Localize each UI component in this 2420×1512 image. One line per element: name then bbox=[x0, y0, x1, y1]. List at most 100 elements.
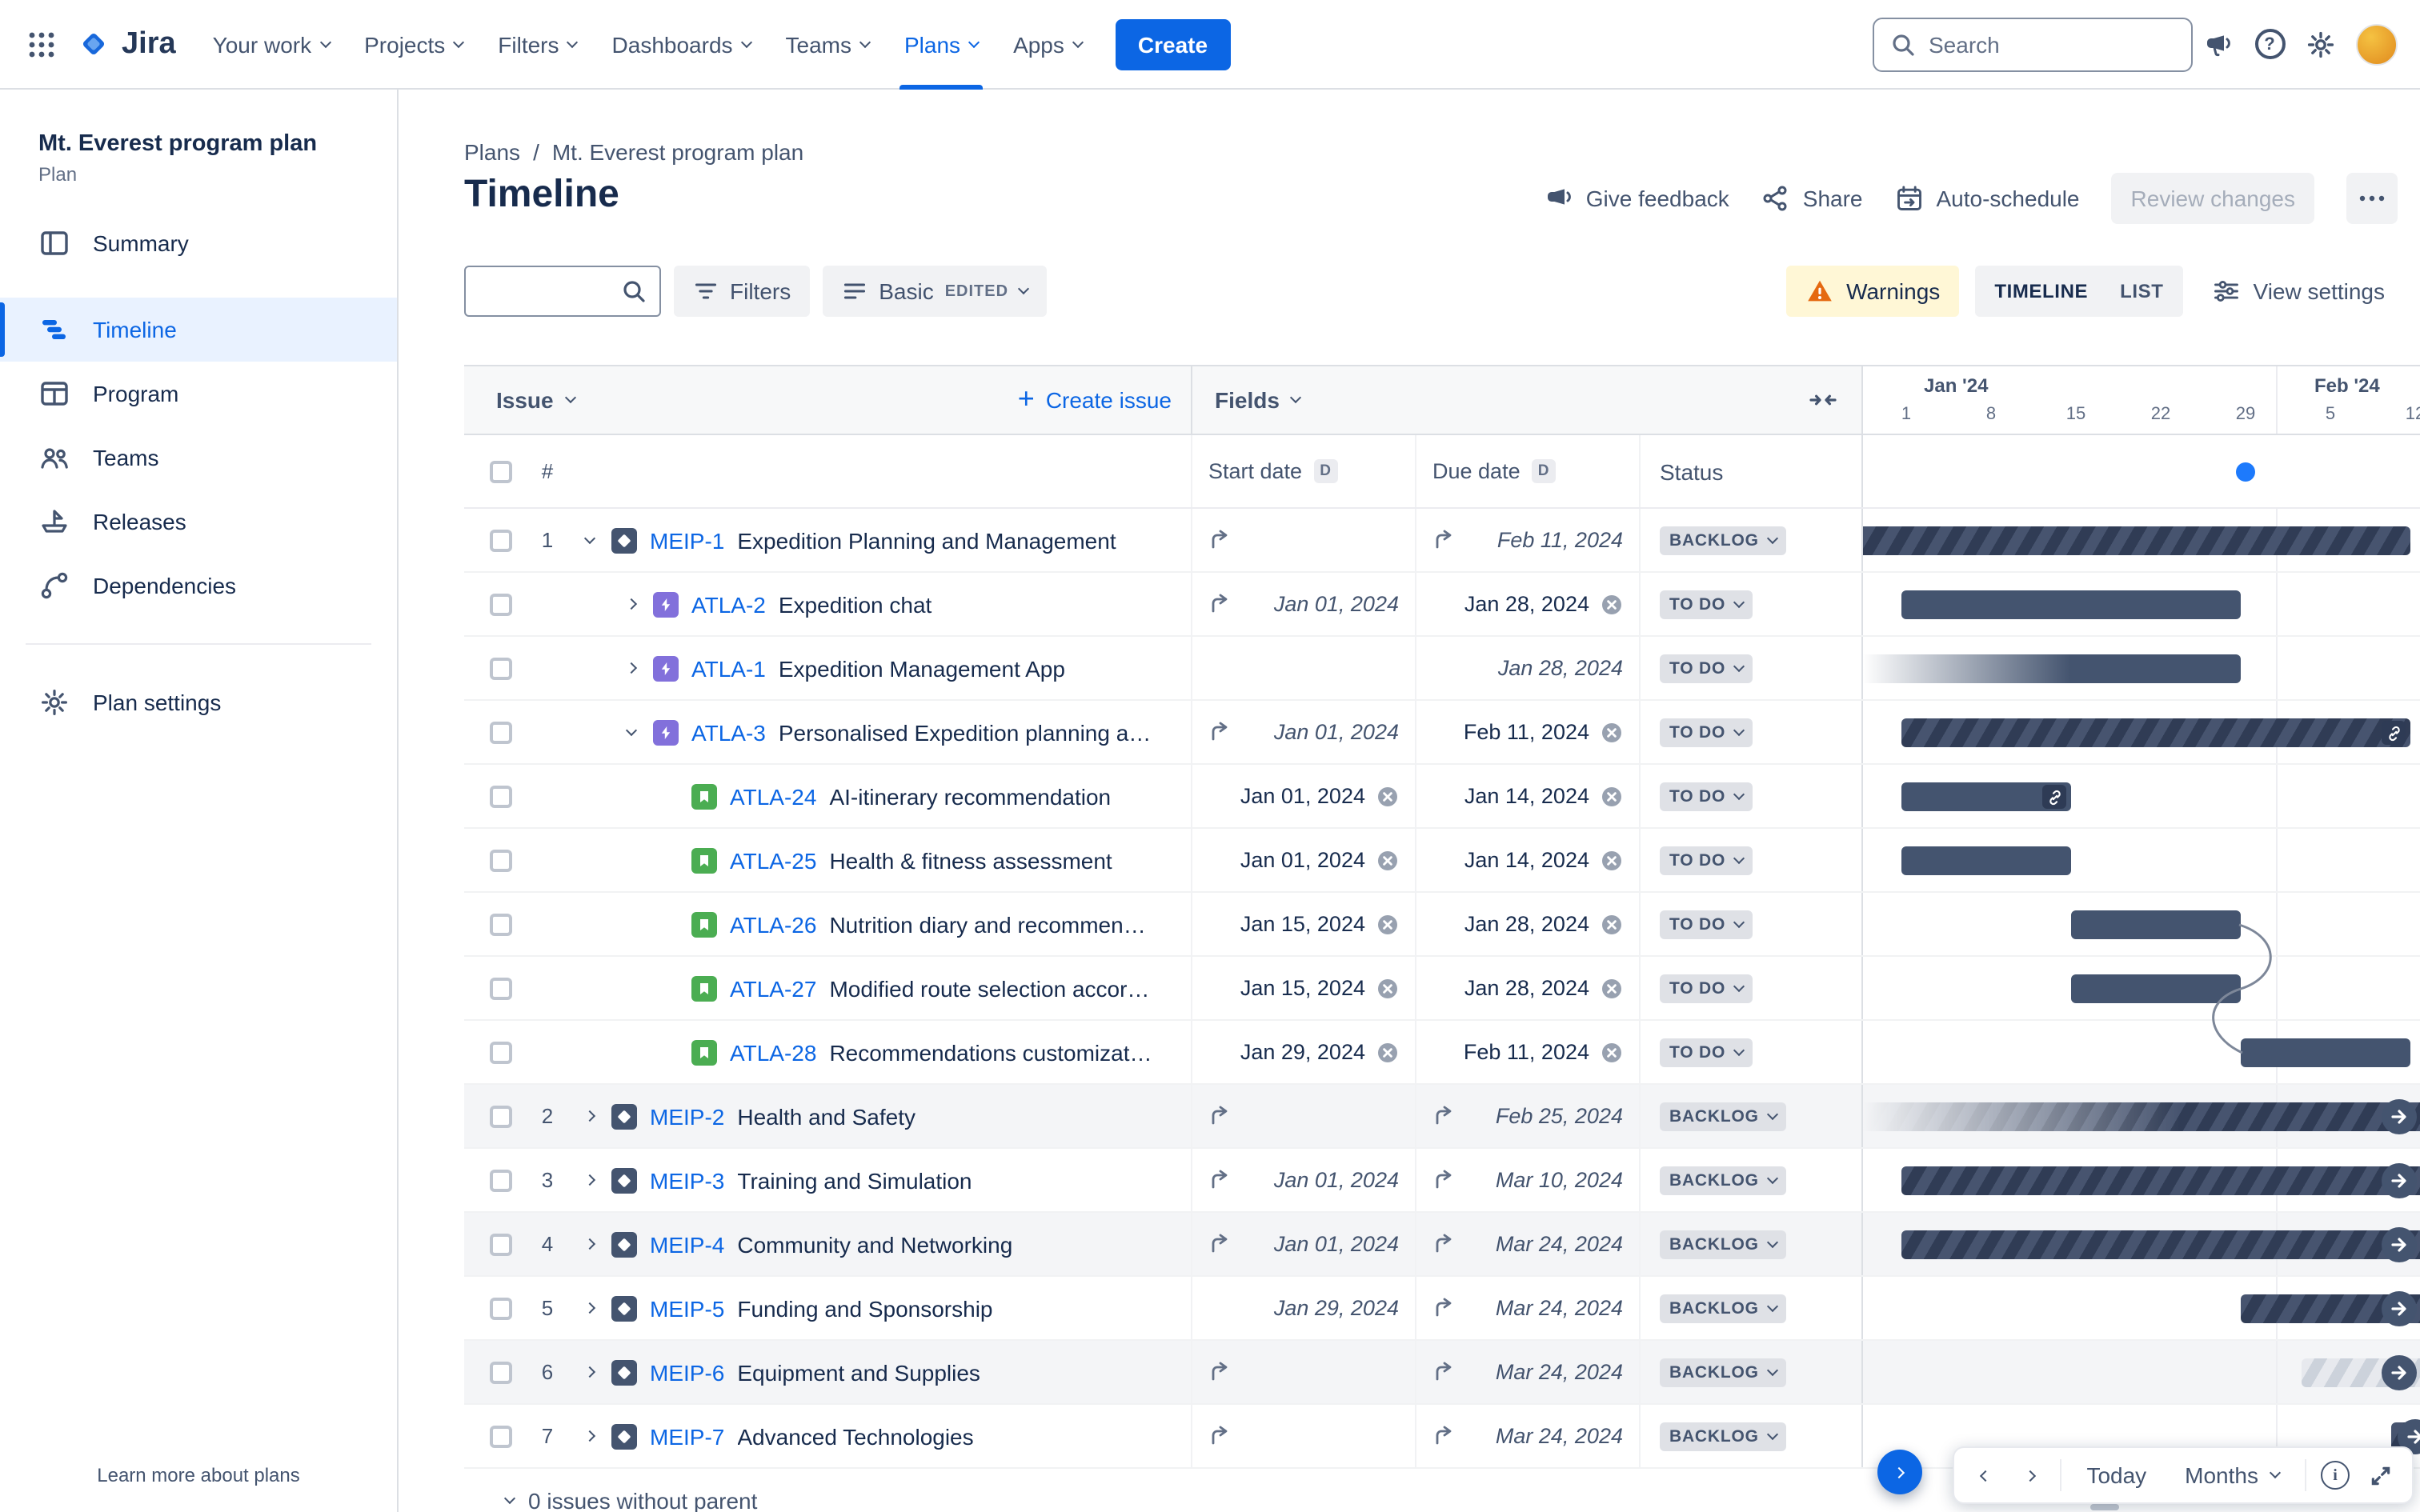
start-date-cell[interactable]: Jan 01, 2024 bbox=[1191, 1213, 1415, 1275]
fields-header-label[interactable]: Fields bbox=[1215, 387, 1280, 413]
due-date-column-header[interactable]: Due date D bbox=[1415, 435, 1639, 507]
gantt-bar[interactable] bbox=[2071, 910, 2241, 939]
status-dropdown[interactable]: TO DO bbox=[1660, 910, 1753, 938]
start-date-cell[interactable]: Jan 29, 2024 bbox=[1191, 1277, 1415, 1339]
zoom-level-dropdown[interactable]: Months bbox=[2166, 1462, 2298, 1488]
status-dropdown[interactable]: BACKLOG bbox=[1660, 1166, 1786, 1194]
sidebar-item-releases[interactable]: Releases bbox=[0, 490, 397, 554]
row-checkbox[interactable] bbox=[490, 1233, 512, 1255]
clear-date-button[interactable] bbox=[1601, 849, 1623, 871]
issue-key-link[interactable]: MEIP-1 bbox=[650, 527, 724, 553]
search-input[interactable] bbox=[1929, 31, 2175, 57]
issue-header-label[interactable]: Issue bbox=[496, 387, 554, 413]
row-checkbox[interactable] bbox=[490, 529, 512, 551]
timeline-search-input[interactable] bbox=[479, 278, 621, 304]
select-all-checkbox[interactable] bbox=[490, 460, 512, 482]
nav-projects[interactable]: Projects bbox=[347, 0, 480, 89]
scroll-timeline-button[interactable] bbox=[1877, 1450, 1922, 1494]
chevron-right-icon[interactable] bbox=[618, 598, 643, 610]
table-row[interactable]: ATLA-3 Personalised Expedition planning a… bbox=[464, 701, 2420, 765]
sidebar-item-teams[interactable]: Teams bbox=[0, 426, 397, 490]
gantt-bar[interactable] bbox=[1901, 782, 2071, 811]
nav-your-work[interactable]: Your work bbox=[195, 0, 347, 89]
due-date-cell[interactable]: Feb 25, 2024 bbox=[1415, 1085, 1639, 1147]
issue-key-link[interactable]: MEIP-4 bbox=[650, 1231, 724, 1257]
due-date-cell[interactable]: Feb 11, 2024 bbox=[1415, 701, 1639, 763]
start-date-cell[interactable]: Jan 29, 2024 bbox=[1191, 1021, 1415, 1083]
warnings-button[interactable]: Warnings bbox=[1785, 266, 1960, 317]
due-date-cell[interactable]: Jan 28, 2024 bbox=[1415, 637, 1639, 699]
clear-date-button[interactable] bbox=[1601, 1041, 1623, 1063]
sidebar-item-summary[interactable]: Summary bbox=[0, 211, 397, 275]
view-mode-button[interactable]: Basic EDITED bbox=[823, 266, 1048, 317]
jira-logo[interactable]: Jira bbox=[67, 26, 195, 62]
status-dropdown[interactable]: TO DO bbox=[1660, 846, 1753, 874]
row-checkbox[interactable] bbox=[490, 1361, 512, 1383]
due-date-cell[interactable]: Mar 24, 2024 bbox=[1415, 1341, 1639, 1403]
start-date-cell[interactable]: Jan 01, 2024 bbox=[1191, 701, 1415, 763]
status-dropdown[interactable]: TO DO bbox=[1660, 782, 1753, 810]
issue-key-link[interactable]: MEIP-2 bbox=[650, 1103, 724, 1129]
toggle-list[interactable]: LIST bbox=[2104, 280, 2179, 302]
dependency-link-icon[interactable] bbox=[2042, 785, 2066, 809]
more-actions-button[interactable] bbox=[2346, 173, 2398, 224]
due-date-cell[interactable]: Feb 11, 2024 bbox=[1415, 1021, 1639, 1083]
nav-dashboards[interactable]: Dashboards bbox=[595, 0, 768, 89]
today-button[interactable]: Today bbox=[2067, 1462, 2166, 1488]
due-date-cell[interactable]: Jan 14, 2024 bbox=[1415, 829, 1639, 891]
auto-schedule-button[interactable]: Auto-schedule bbox=[1895, 184, 2080, 213]
filters-button[interactable]: Filters bbox=[674, 266, 811, 317]
table-row[interactable]: 1 MEIP-1 Expedition Planning and Managemen… bbox=[464, 509, 2420, 573]
collapse-columns-icon[interactable] bbox=[1807, 389, 1839, 411]
issue-key-link[interactable]: MEIP-6 bbox=[650, 1359, 724, 1385]
due-date-cell[interactable]: Jan 28, 2024 bbox=[1415, 893, 1639, 955]
table-row[interactable]: 3 MEIP-3 Training and Simulation Jan 01, 2… bbox=[464, 1149, 2420, 1213]
issue-key-link[interactable]: ATLA-25 bbox=[730, 847, 816, 873]
issue-key-link[interactable]: ATLA-3 bbox=[691, 719, 766, 745]
create-button[interactable]: Create bbox=[1115, 18, 1231, 70]
row-checkbox[interactable] bbox=[490, 977, 512, 999]
start-date-cell[interactable]: Jan 15, 2024 bbox=[1191, 893, 1415, 955]
give-feedback-button[interactable]: Give feedback bbox=[1545, 184, 1729, 213]
row-checkbox[interactable] bbox=[490, 1425, 512, 1447]
toggle-timeline[interactable]: TIMELINE bbox=[1978, 280, 2104, 302]
breadcrumb-plan-name[interactable]: Mt. Everest program plan bbox=[552, 139, 803, 165]
clear-date-button[interactable] bbox=[1376, 977, 1399, 999]
nav-teams[interactable]: Teams bbox=[768, 0, 887, 89]
chevron-down-icon[interactable] bbox=[576, 531, 602, 544]
bar-overflow-arrow-icon[interactable] bbox=[2382, 1099, 2417, 1134]
issue-key-link[interactable]: ATLA-28 bbox=[730, 1039, 816, 1065]
clear-date-button[interactable] bbox=[1601, 977, 1623, 999]
share-button[interactable]: Share bbox=[1761, 184, 1863, 213]
info-icon[interactable]: i bbox=[2313, 1450, 2358, 1501]
user-avatar[interactable] bbox=[2356, 23, 2398, 65]
chevron-right-icon[interactable] bbox=[576, 1110, 602, 1122]
start-date-cell[interactable]: Jan 15, 2024 bbox=[1191, 957, 1415, 1019]
start-date-column-header[interactable]: Start date D bbox=[1191, 435, 1415, 507]
review-changes-button[interactable]: Review changes bbox=[2111, 173, 2314, 224]
start-date-cell[interactable]: Jan 01, 2024 bbox=[1191, 573, 1415, 635]
global-search[interactable] bbox=[1873, 17, 2193, 71]
table-row[interactable]: 6 MEIP-6 Equipment and Supplies Mar 24, 20… bbox=[464, 1341, 2420, 1405]
clear-date-button[interactable] bbox=[1601, 593, 1623, 615]
status-dropdown[interactable]: BACKLOG bbox=[1660, 1422, 1786, 1450]
dependency-link-icon[interactable] bbox=[2382, 721, 2406, 745]
scroll-left-button[interactable] bbox=[1963, 1450, 2008, 1501]
clear-date-button[interactable] bbox=[1601, 721, 1623, 743]
table-row[interactable]: ATLA-1 Expedition Management App Jan 28, … bbox=[464, 637, 2420, 701]
row-checkbox[interactable] bbox=[490, 913, 512, 935]
nav-apps[interactable]: Apps bbox=[996, 0, 1100, 89]
table-row[interactable]: ATLA-24 AI-itinerary recommendation Jan 0… bbox=[464, 765, 2420, 829]
table-row[interactable]: ATLA-25 Health & fitness assessment Jan 0… bbox=[464, 829, 2420, 893]
due-date-cell[interactable]: Jan 28, 2024 bbox=[1415, 957, 1639, 1019]
start-date-cell[interactable] bbox=[1191, 1085, 1415, 1147]
gantt-bar[interactable] bbox=[1863, 654, 2241, 683]
table-row[interactable]: 5 MEIP-5 Funding and Sponsorship Jan 29, 2… bbox=[464, 1277, 2420, 1341]
start-date-cell[interactable] bbox=[1191, 1341, 1415, 1403]
bar-overflow-arrow-icon[interactable] bbox=[2382, 1227, 2417, 1262]
start-date-cell[interactable]: Jan 01, 2024 bbox=[1191, 765, 1415, 827]
due-date-cell[interactable]: Mar 10, 2024 bbox=[1415, 1149, 1639, 1211]
sidebar-item-dependencies[interactable]: Dependencies bbox=[0, 554, 397, 618]
issue-key-link[interactable]: MEIP-7 bbox=[650, 1423, 724, 1449]
row-checkbox[interactable] bbox=[490, 849, 512, 871]
